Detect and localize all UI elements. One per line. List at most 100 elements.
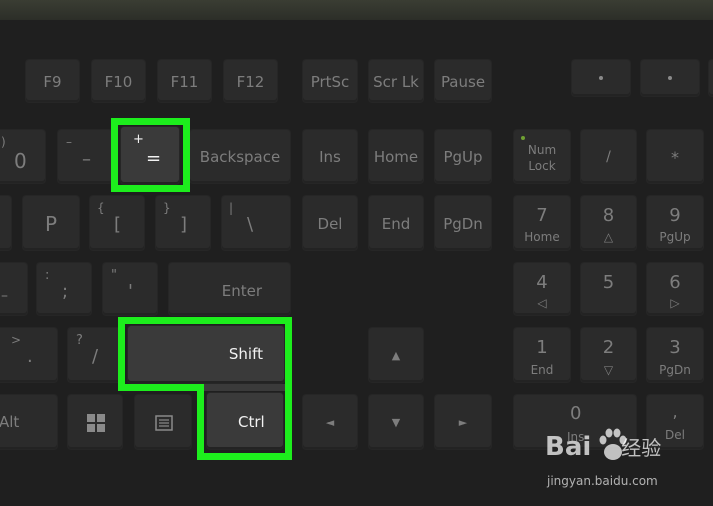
plus-label: + <box>133 132 144 147</box>
num4-sub-label: ◁ <box>537 296 547 310</box>
alt-label: Alt <box>0 413 20 431</box>
num7-key[interactable]: 7 Home <box>513 195 571 251</box>
colon-label: : <box>45 268 50 283</box>
num0-label: 0 <box>570 403 582 424</box>
bracket-close-key[interactable]: } ] <box>155 195 211 251</box>
num4-key[interactable]: 4 ◁ <box>513 262 571 316</box>
f12-key[interactable]: F12 <box>223 59 278 103</box>
numlock-line2: Lock <box>528 159 556 173</box>
num5-label: 5 <box>602 272 615 293</box>
period-label: . <box>27 346 33 367</box>
prtsc-key[interactable]: PrtSc <box>302 59 358 103</box>
scrlk-key[interactable]: Scr Lk <box>368 59 424 103</box>
paren-label: ) <box>1 135 6 149</box>
pgdn-key[interactable]: PgDn <box>434 195 492 251</box>
gt-label: > <box>11 333 22 347</box>
num9-key[interactable]: 9 PgUp <box>646 195 704 251</box>
zero-label: 0 <box>14 149 27 173</box>
del-key[interactable]: Del <box>302 195 358 251</box>
ins-label: Ins <box>319 148 341 166</box>
brace-close-label: } <box>163 201 171 215</box>
num9-label: 9 <box>669 205 681 226</box>
watermark-brand-suffix: 经验 <box>621 436 662 460</box>
num2-label: 2 <box>602 337 615 358</box>
arrow-down-icon: ▼ <box>391 416 401 429</box>
end-label: End <box>381 215 411 233</box>
indicator-light <box>599 76 603 80</box>
brace-open-label: { <box>97 201 105 215</box>
f10-label: F10 <box>104 73 133 91</box>
pause-key[interactable]: Pause <box>434 59 492 103</box>
period-key[interactable]: > . <box>0 327 58 383</box>
f12-label: F12 <box>236 73 265 91</box>
baidu-jingyan-watermark: Bai 经验 jingyan.baidu.com <box>545 428 705 492</box>
pgup-label: PgUp <box>443 148 483 166</box>
quote-label: ' <box>128 281 133 302</box>
backslash-key[interactable]: | \ <box>221 195 291 251</box>
end-key[interactable]: End <box>368 195 424 251</box>
arrow-down-key[interactable]: ▼ <box>368 394 424 450</box>
num3-key[interactable]: 3 PgDn <box>646 327 704 383</box>
right-shift-key[interactable]: Shift <box>127 325 285 384</box>
o-key-partial[interactable] <box>0 195 12 251</box>
num3-label: 3 <box>669 337 681 358</box>
num5-key[interactable]: 5 <box>580 262 637 316</box>
menu-key[interactable] <box>134 394 192 450</box>
indicator-panel-left <box>571 59 631 97</box>
minus-key[interactable]: – – <box>57 129 113 184</box>
pgdn-label: PgDn <box>443 215 483 233</box>
right-alt-key[interactable]: Alt <box>0 394 58 450</box>
l-key-partial[interactable]: – <box>0 262 28 316</box>
num1-key[interactable]: 1 End <box>513 327 571 383</box>
arrow-right-key[interactable]: ► <box>434 394 492 450</box>
backslash-label: \ <box>247 214 254 235</box>
slash-key[interactable]: ? / <box>67 327 123 383</box>
indicator-light <box>668 76 672 80</box>
numlock-key[interactable]: Num Lock <box>513 129 571 184</box>
f10-key[interactable]: F10 <box>91 59 146 103</box>
watermark-brand-text: Bai <box>545 432 592 462</box>
num6-label: 6 <box>669 272 681 293</box>
bracket-open-key[interactable]: { [ <box>89 195 145 251</box>
arrow-left-key[interactable]: ◄ <box>302 394 358 450</box>
watermark-url: jingyan.baidu.com <box>547 474 658 488</box>
p-key[interactable]: P <box>22 195 80 251</box>
bracket-close-label: ] <box>180 214 188 235</box>
windows-icon <box>87 414 105 432</box>
num8-sub-label: △ <box>603 230 614 244</box>
num-slash-key[interactable]: / <box>580 129 637 184</box>
shift-label: Shift <box>228 345 263 363</box>
num2-sub-label: ▽ <box>603 363 614 377</box>
question-label: ? <box>76 333 83 348</box>
semicolon-key[interactable]: : ; <box>36 262 92 316</box>
num8-key[interactable]: 8 △ <box>580 195 637 251</box>
equals-key[interactable]: + = <box>120 126 180 185</box>
num-star-key[interactable]: * <box>646 129 704 184</box>
num2-key[interactable]: 2 ▽ <box>580 327 637 383</box>
num1-label: 1 <box>536 337 548 358</box>
arrow-up-key[interactable]: ▲ <box>368 327 424 383</box>
keyboard-photo: F9 F10 F11 F12 PrtSc Scr Lk Pause ) 0 – … <box>0 0 713 506</box>
num-slash-label: / <box>606 149 611 165</box>
f11-label: F11 <box>170 73 199 91</box>
windows-key[interactable] <box>67 394 123 450</box>
pgup-key[interactable]: PgUp <box>434 129 492 184</box>
bracket-open-label: [ <box>114 214 122 235</box>
zero-key[interactable]: ) 0 <box>0 129 46 184</box>
num6-key[interactable]: 6 ▷ <box>646 262 704 316</box>
ins-key[interactable]: Ins <box>302 129 358 184</box>
p-label: P <box>44 212 58 236</box>
f11-key[interactable]: F11 <box>157 59 212 103</box>
numlock-line1: Num <box>527 143 557 157</box>
semicolon-label: ; <box>62 281 69 302</box>
doublequote-label: " <box>111 268 117 283</box>
right-ctrl-key[interactable]: Ctrl <box>206 392 284 450</box>
num1-sub-label: End <box>530 363 554 377</box>
home-key[interactable]: Home <box>368 129 424 184</box>
enter-key[interactable]: Enter <box>168 262 291 316</box>
backspace-key[interactable]: Backspace <box>189 129 291 184</box>
num-dot-top-label: , <box>672 402 678 421</box>
num8-label: 8 <box>602 205 615 226</box>
f9-key[interactable]: F9 <box>25 59 80 103</box>
quote-key[interactable]: " ' <box>102 262 158 316</box>
